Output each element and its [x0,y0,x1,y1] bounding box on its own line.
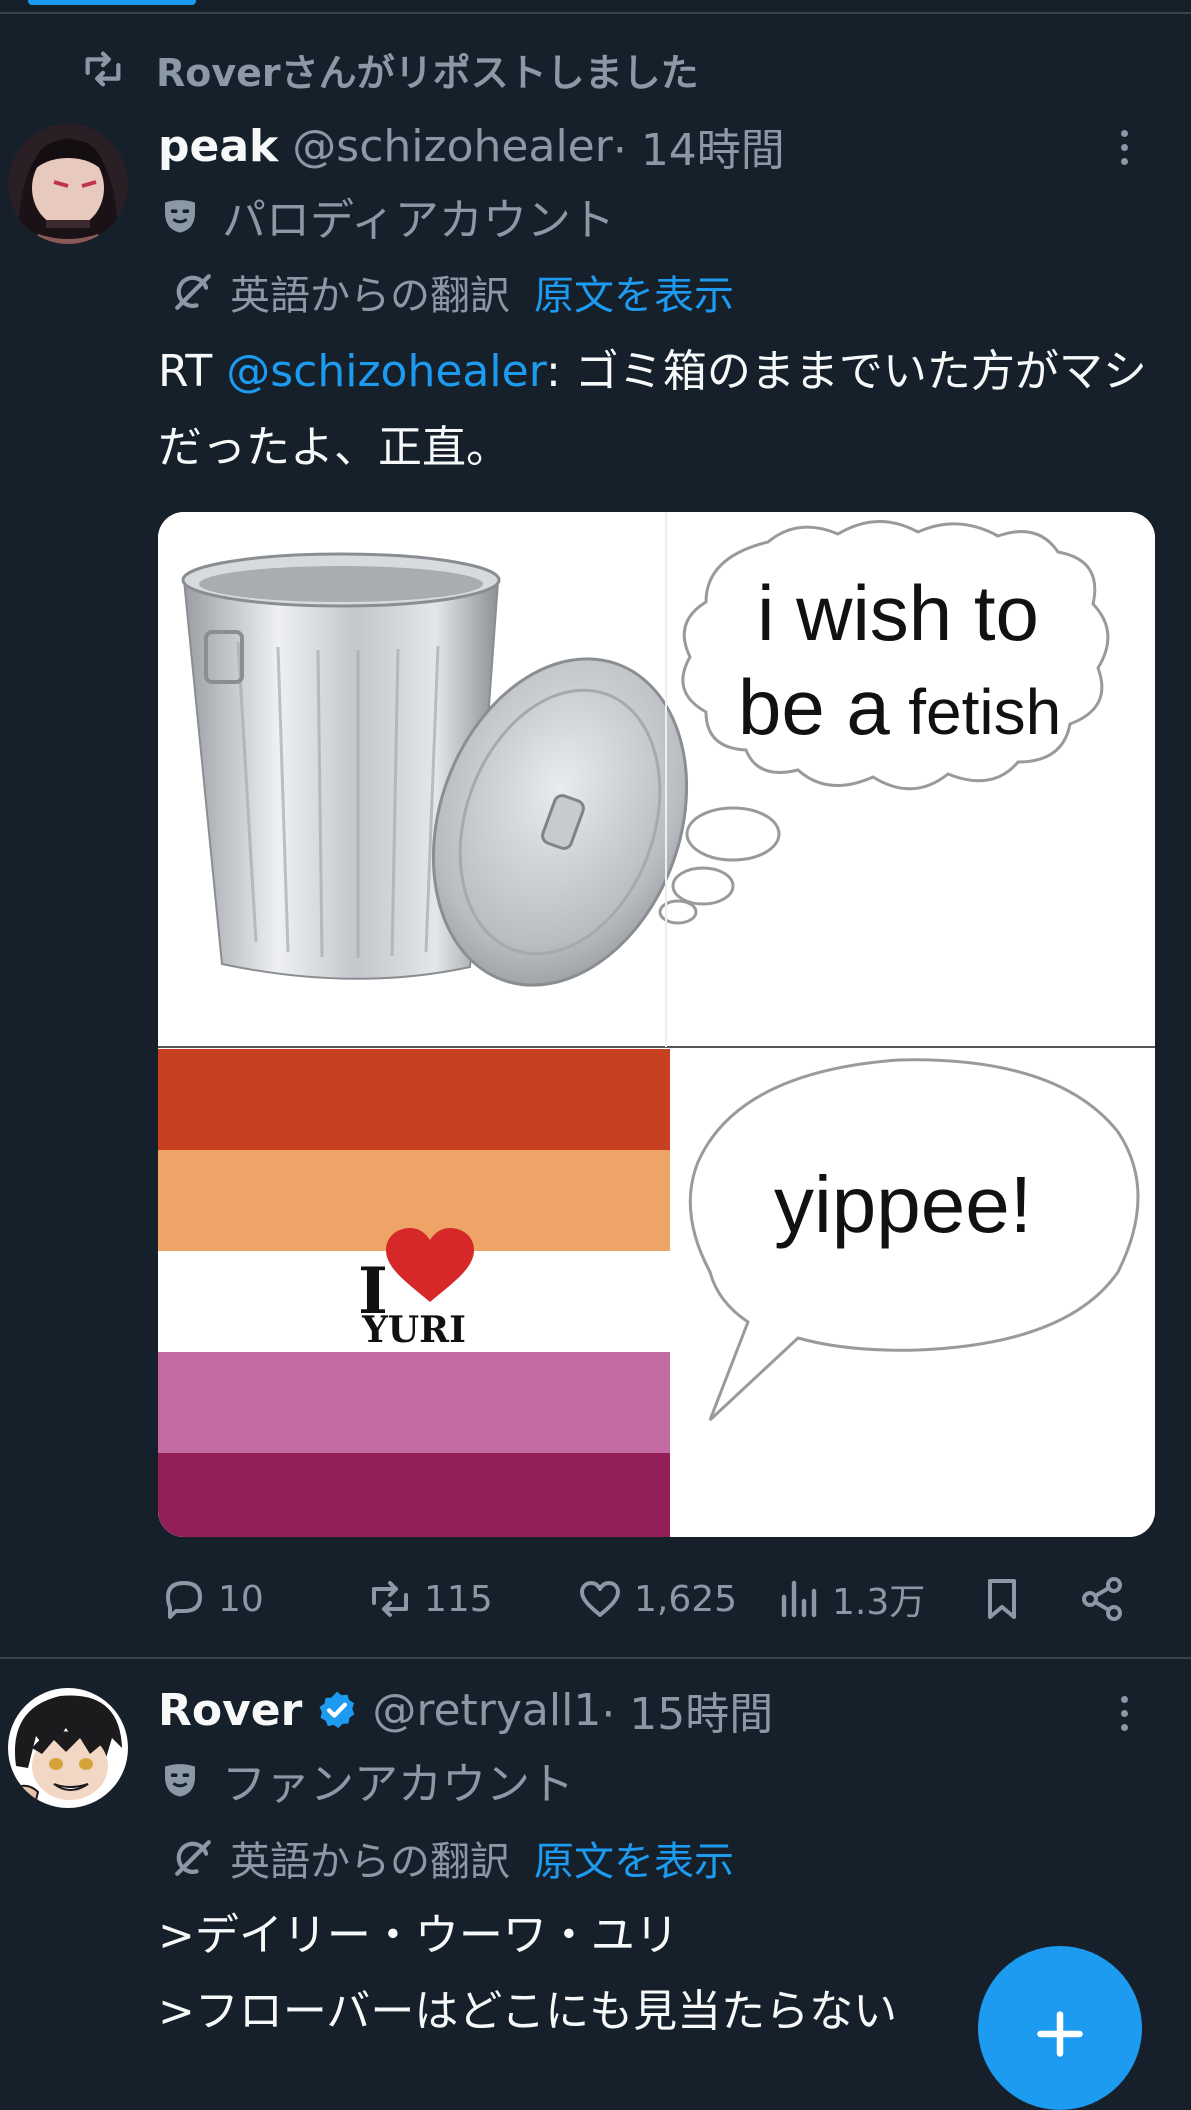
tweet-header: peak @schizohealer · 14時間 [158,114,785,178]
compose-button[interactable] [978,1946,1142,2110]
views-count: 1.3万 [832,1582,926,1623]
show-original-link[interactable]: 原文を表示 [534,263,734,321]
active-tab-indicator [28,0,196,5]
translate-icon [175,1840,211,1876]
tweet-text-line1: >デイリー・ウーワ・ユリ [158,1910,679,1961]
bubble-text-line2a: be a [738,663,890,751]
user-handle[interactable]: @retryall1 [372,1685,601,1736]
tweet-divider [0,1657,1191,1659]
translation-note: 英語からの翻訳 [230,273,510,319]
tweet-text: RT @schizohealer: ゴミ箱のままでいた方がマシだったよ、正直。 [158,334,1158,486]
heart-icon [580,1581,620,1617]
tweet-media[interactable]: i wish to be a fetish I YURI yippee! [158,512,1155,1537]
translate-icon [175,274,211,310]
repost-icon [85,51,121,87]
tweet-text-prefix: RT [158,346,227,397]
like-button[interactable]: 1,625 [576,1566,737,1632]
lesbian-flag-image: I YURI [158,1049,670,1537]
repost-banner[interactable]: Roverさんがリポストしました [80,44,699,95]
more-options-icon[interactable] [1109,122,1139,172]
user-handle[interactable]: @schizohealer [292,121,613,172]
account-label[interactable]: パロディアカウント [160,188,615,246]
views-icon [781,1580,817,1618]
translation-bar: 英語からの翻訳 原文を表示 [172,264,734,320]
reply-button[interactable]: 10 [160,1566,264,1632]
bubble-text-line1: i wish to [757,569,1039,657]
bubble-text-line2b: fetish [908,676,1061,748]
mention-link[interactable]: @schizohealer [226,346,546,397]
repost-count: 115 [424,1578,493,1620]
mask-icon [165,1764,195,1797]
translation-bar: 英語からの翻訳 原文を表示 [172,1830,734,1886]
verified-badge-icon [319,1691,355,1729]
tweet-actions: 10 115 1,625 1.3万 [160,1566,1140,1632]
show-original-link[interactable]: 原文を表示 [534,1829,734,1887]
speech-bubble-text: yippee! [774,1160,1032,1249]
avatar[interactable] [8,1688,128,1808]
tweet-header: Rover @retryall1 · 15時間 [158,1678,773,1742]
plus-icon [1037,2011,1083,2057]
account-label-text: ファンアカウント [222,1759,574,1810]
like-count: 1,625 [634,1578,738,1620]
reply-count: 10 [218,1578,264,1620]
mask-icon [165,200,195,233]
repost-icon [372,1581,408,1617]
post-time[interactable]: · 14時間 [613,114,785,178]
top-tab-bar [0,0,1191,14]
share-button[interactable] [1078,1566,1126,1632]
share-icon [1082,1577,1122,1621]
translation-note: 英語からの翻訳 [230,1839,510,1885]
account-label-text: パロディアカウント [222,195,615,246]
display-name[interactable]: peak [158,121,278,172]
bookmark-icon [988,1579,1016,1619]
post-time[interactable]: · 15時間 [601,1678,773,1742]
views-button[interactable]: 1.3万 [774,1566,925,1632]
repost-banner-text: Roverさんがリポストしました [156,50,699,95]
avatar[interactable] [8,124,128,244]
account-label[interactable]: ファンアカウント [160,1752,574,1810]
reply-icon [166,1581,202,1619]
display-name[interactable]: Rover [158,1685,302,1736]
repost-button[interactable]: 115 [366,1566,493,1632]
flag-text-yuri: YURI [361,1309,466,1351]
bookmark-button[interactable] [978,1566,1026,1632]
more-options-icon[interactable] [1109,1688,1139,1738]
